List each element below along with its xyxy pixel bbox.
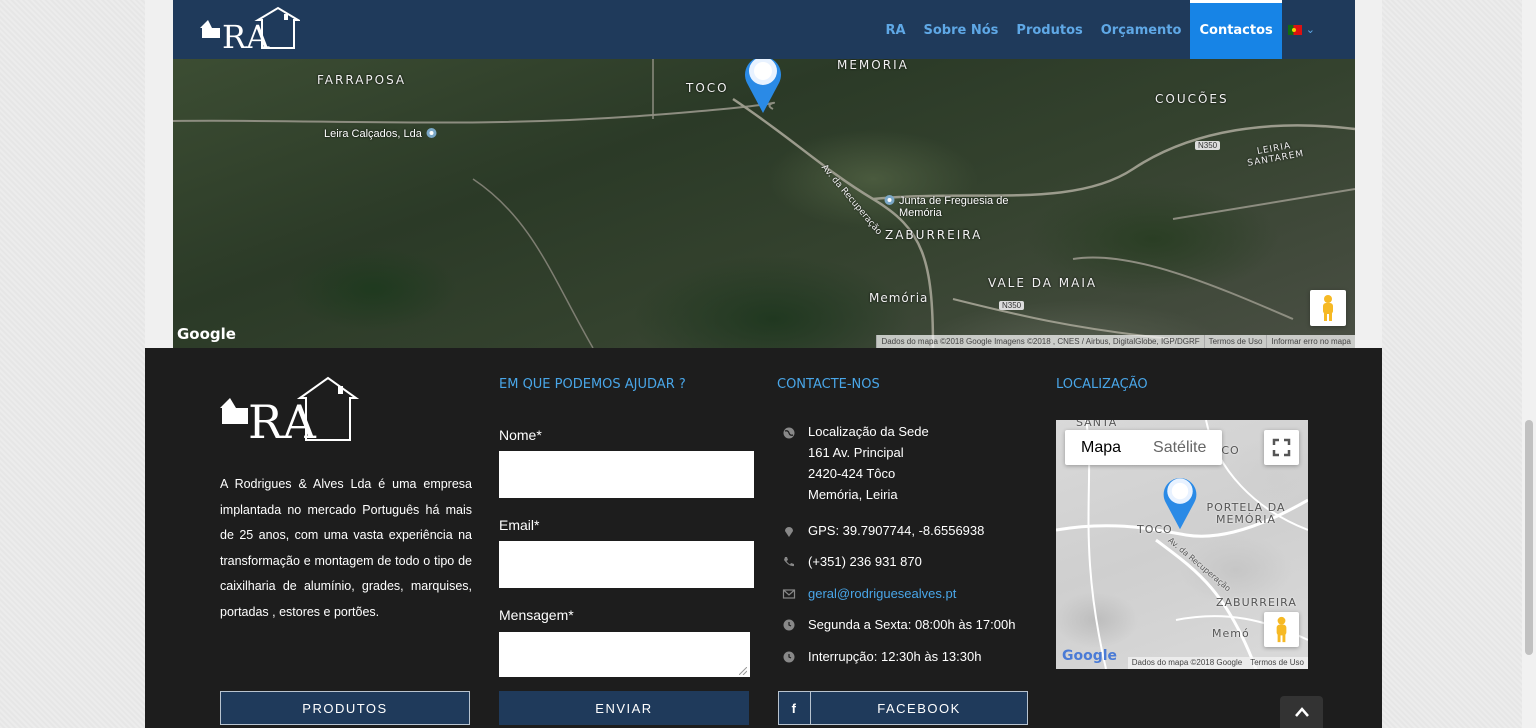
address-line: Memória, Leiria (808, 487, 898, 502)
products-button[interactable]: PRODUTOS (220, 691, 470, 725)
contact-section-title: CONTACTE-NOS (777, 377, 880, 392)
fullscreen-button[interactable] (1264, 430, 1299, 465)
address-line: 161 Av. Principal (808, 445, 904, 460)
map-label-memoria: MEMÓRIA (837, 59, 909, 72)
facebook-button[interactable]: f FACEBOOK (778, 691, 1028, 725)
facebook-label: FACEBOOK (877, 700, 961, 716)
ra-logo[interactable]: RA (200, 6, 300, 52)
hours-text: Segunda a Sexta: 08:00h às 17:00h (808, 617, 1016, 632)
language-selector[interactable]: ⌄ (1287, 23, 1315, 36)
street-view-button[interactable] (1310, 290, 1346, 326)
site-wrapper: RA RA Sobre Nós Produtos Orçamento Conta… (145, 0, 1382, 728)
google-logo[interactable]: Google (1062, 648, 1117, 664)
address-line: 2420-424 Tôco (808, 466, 896, 481)
back-to-top-button[interactable] (1280, 696, 1323, 728)
gps-text: GPS: 39.7907744, -8.6556938 (808, 523, 985, 538)
attribution-data: Dados do mapa ©2018 Google Imagens ©2018… (876, 335, 1203, 348)
scrollbar[interactable] (1522, 0, 1536, 728)
map-type-control: Mapa Satélite (1065, 430, 1223, 465)
google-logo[interactable]: Google (177, 325, 236, 343)
attribution-terms-link[interactable]: Termos de Uso (1246, 657, 1308, 669)
portugal-flag-icon (1287, 24, 1302, 35)
chevron-up-icon (1294, 707, 1309, 717)
email-label: Email* (499, 517, 540, 533)
attribution-report-link[interactable]: Informar erro no mapa (1266, 335, 1355, 348)
map-marker-icon[interactable] (741, 59, 785, 113)
phone-icon (784, 557, 794, 567)
map-attribution: Dados do mapa ©2018 Google Imagens ©2018… (876, 335, 1355, 348)
fullscreen-icon (1272, 438, 1291, 457)
map-marker-icon[interactable] (1160, 468, 1200, 536)
poi-label: Leira Calçados, Lda (324, 128, 422, 140)
email-field[interactable] (499, 541, 754, 588)
help-section-title: EM QUE PODEMOS AJUDAR ? (499, 377, 686, 392)
map-label-vale-da-maia: VALE DA MAIA (988, 276, 1098, 290)
map-label-farraposa: FARRAPOSA (317, 73, 407, 87)
break-hours-text: Interrupção: 12:30h às 13:30h (808, 649, 982, 664)
site-footer: RA A Rodrigues & Alves Lda é uma empresa… (145, 348, 1382, 728)
map-label-memoria-town: Memória (869, 291, 929, 305)
pegman-icon (1276, 616, 1287, 643)
mail-icon (782, 589, 796, 599)
email-link[interactable]: geral@rodriguesealves.pt (808, 583, 956, 604)
clock-icon (783, 651, 795, 663)
mini-map-label-memoria: Memó (1212, 627, 1250, 640)
chevron-down-icon: ⌄ (1305, 24, 1315, 36)
clock-icon (783, 619, 795, 631)
mini-map-attribution: Dados do mapa ©2018 Google Termos de Uso (1127, 657, 1308, 669)
facebook-icon: f (779, 692, 811, 724)
map-label-zaburreira: ZABURREIRA (885, 228, 983, 242)
satellite-map[interactable]: FARRAPOSA TOCO MEMÓRIA COUCÕES ZABURREIR… (173, 59, 1355, 348)
map-type-satellite-button[interactable]: Satélite (1137, 430, 1222, 465)
send-button[interactable]: ENVIAR (499, 691, 749, 725)
main-nav: RA Sobre Nós Produtos Orçamento Contacto… (876, 0, 1315, 59)
company-description: A Rodrigues & Alves Lda é uma empresa im… (220, 477, 472, 619)
nav-produtos[interactable]: Produtos (1007, 0, 1091, 59)
pegman-icon (1323, 295, 1333, 321)
nav-ra[interactable]: RA (876, 0, 914, 59)
resize-handle-icon[interactable] (739, 667, 747, 675)
location-map[interactable]: SANTA TOCO PORTELA DA MEMÓRIA TOCO Av. d… (1056, 420, 1308, 669)
attribution-data: Dados do mapa ©2018 Google (1131, 658, 1243, 667)
name-label: Nome* (499, 427, 542, 443)
road-badge-n350: N350 (1195, 141, 1221, 150)
nav-contactos[interactable]: Contactos (1190, 0, 1283, 59)
nav-orcamento[interactable]: Orçamento (1092, 0, 1191, 59)
attribution-terms-link[interactable]: Termos de Uso (1203, 335, 1267, 348)
map-poi-junta-freguesia[interactable]: Junta de Freguesia de Memória (884, 195, 1009, 219)
mini-map-label-portela: PORTELA DA MEMÓRIA (1206, 501, 1286, 526)
street-view-button[interactable] (1264, 612, 1299, 647)
name-field[interactable] (499, 451, 754, 498)
address-line: Localização da Sede (808, 424, 929, 439)
message-label: Mensagem* (499, 607, 574, 623)
map-label-toco: TOCO (686, 81, 729, 95)
road-badge-n350-south: N350 (999, 301, 1025, 310)
ra-logo-footer: RA (220, 376, 360, 446)
phone-text: (+351) 236 931 870 (808, 554, 922, 569)
poi-pin-icon (426, 128, 437, 138)
location-section-title: LOCALIZAÇÃO (1056, 377, 1148, 392)
poi-pin-icon (884, 195, 895, 205)
poi-label: Junta de Freguesia de Memória (899, 195, 1009, 219)
map-label-coucoes: COUCÕES (1155, 92, 1229, 106)
map-type-map-button[interactable]: Mapa (1065, 430, 1137, 465)
map-pin-icon (785, 527, 793, 537)
address-block: Localização da Sede 161 Av. Principal 24… (808, 421, 929, 505)
map-poi-leira-calcados[interactable]: Leira Calçados, Lda (324, 128, 437, 141)
globe-icon (783, 427, 795, 439)
scrollbar-thumb[interactable] (1525, 420, 1533, 655)
mini-map-label-zaburreira: ZABURREIRA (1216, 596, 1297, 609)
nav-sobre-nos[interactable]: Sobre Nós (915, 0, 1008, 59)
site-header: RA RA Sobre Nós Produtos Orçamento Conta… (173, 0, 1355, 59)
message-field[interactable] (499, 632, 750, 677)
mini-map-label-santa: SANTA (1076, 420, 1118, 429)
